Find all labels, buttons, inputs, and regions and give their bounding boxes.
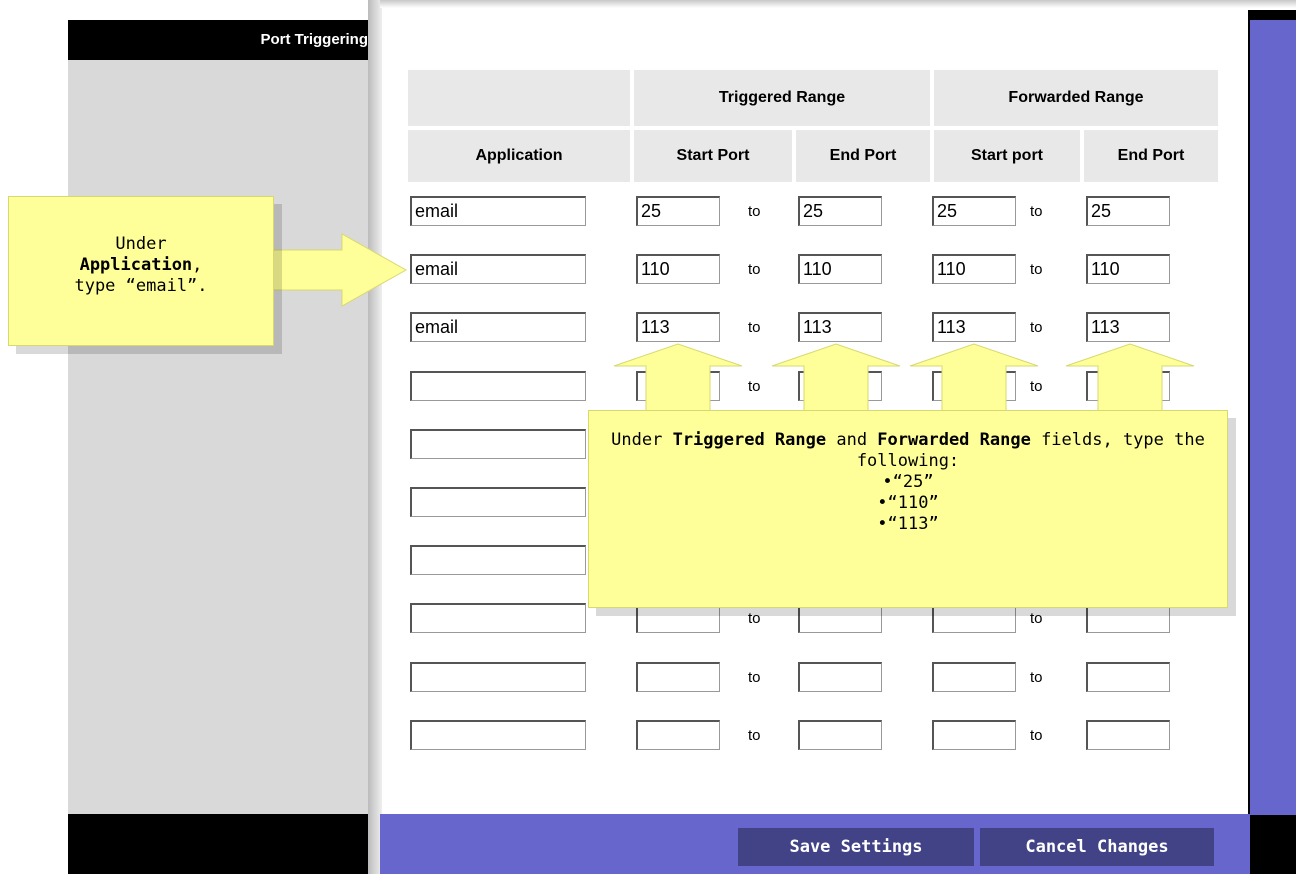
application-input[interactable] [410, 662, 586, 692]
application-callout-bold: Application [79, 255, 193, 275]
forwarded-start-input[interactable] [932, 312, 1016, 342]
content-top-edge [380, 0, 1296, 8]
application-input[interactable] [410, 429, 586, 459]
triggered-end-input[interactable] [798, 720, 882, 750]
application-callout-comma: , [192, 255, 203, 275]
triggered-start-input[interactable] [636, 720, 720, 750]
cancel-changes-button[interactable]: Cancel Changes [980, 828, 1214, 866]
triggered-end-input[interactable] [798, 662, 882, 692]
ports-callout-and: and [826, 430, 878, 450]
header-forwarded-start-port: Start port [934, 130, 1080, 182]
application-callout: Under Application, type “email”. [8, 196, 274, 346]
header-triggered-range: Triggered Range [634, 70, 930, 126]
triggered-end-input[interactable] [798, 312, 882, 342]
forwarded-start-input[interactable] [932, 196, 1016, 226]
application-callout-line1: Under [115, 234, 167, 254]
forwarded-range-separator: to [1030, 261, 1043, 278]
header-triggered-end-port: End Port [796, 130, 930, 182]
triggered-range-separator: to [748, 669, 761, 686]
application-input[interactable] [410, 603, 586, 633]
triggered-start-input[interactable] [636, 312, 720, 342]
right-accent-bar [1250, 20, 1296, 815]
ports-callout-bullet: •“25” [882, 472, 934, 492]
forwarded-end-input[interactable] [1086, 312, 1170, 342]
forwarded-start-input[interactable] [932, 720, 1016, 750]
header-triggered-start-port: Start Port [634, 130, 792, 182]
ports-callout-intro: Under [611, 430, 673, 450]
forwarded-end-input[interactable] [1086, 196, 1170, 226]
forwarded-start-input[interactable] [932, 254, 1016, 284]
forwarded-range-separator: to [1030, 727, 1043, 744]
application-input[interactable] [410, 196, 586, 226]
application-input[interactable] [410, 254, 586, 284]
application-callout-arrow [260, 233, 408, 307]
forwarded-end-input[interactable] [1086, 662, 1170, 692]
ports-callout-bullet: •“113” [877, 514, 939, 534]
triggered-range-separator: to [748, 610, 761, 627]
header-forwarded-end-port: End Port [1084, 130, 1218, 182]
application-input[interactable] [410, 720, 586, 750]
triggered-range-separator: to [748, 261, 761, 278]
ports-callout-bullet: •“110” [877, 493, 939, 513]
sidebar-panel [68, 60, 380, 814]
triggered-start-input[interactable] [636, 662, 720, 692]
forwarded-range-separator: to [1030, 610, 1043, 627]
forwarded-range-separator: to [1030, 669, 1043, 686]
section-title: Port Triggering [260, 31, 368, 48]
triggered-range-separator: to [748, 319, 761, 336]
triggered-end-input[interactable] [798, 196, 882, 226]
sidebar-footer-bar [68, 814, 380, 874]
forwarded-end-input[interactable] [1086, 720, 1170, 750]
triggered-end-input[interactable] [798, 254, 882, 284]
forwarded-range-separator: to [1030, 319, 1043, 336]
application-callout-line3: type “email”. [74, 276, 208, 296]
triggered-range-separator: to [748, 203, 761, 220]
application-input[interactable] [410, 312, 586, 342]
forwarded-end-input[interactable] [1086, 254, 1170, 284]
ports-callout: Under Triggered Range and Forwarded Rang… [588, 410, 1228, 608]
ports-callout-triggered: Triggered Range [672, 430, 827, 450]
header-blank-cell [408, 70, 630, 126]
save-settings-button[interactable]: Save Settings [738, 828, 974, 866]
triggered-start-input[interactable] [636, 196, 720, 226]
application-input[interactable] [410, 545, 586, 575]
forwarded-start-input[interactable] [932, 662, 1016, 692]
application-input[interactable] [410, 371, 586, 401]
forwarded-range-separator: to [1030, 203, 1043, 220]
header-forwarded-range: Forwarded Range [934, 70, 1218, 126]
ports-callout-forwarded: Forwarded Range [877, 430, 1031, 450]
triggered-start-input[interactable] [636, 254, 720, 284]
content-divider [368, 0, 382, 874]
application-input[interactable] [410, 487, 586, 517]
header-application: Application [408, 130, 630, 182]
triggered-range-separator: to [748, 727, 761, 744]
port-callout-arrows [613, 343, 1195, 420]
